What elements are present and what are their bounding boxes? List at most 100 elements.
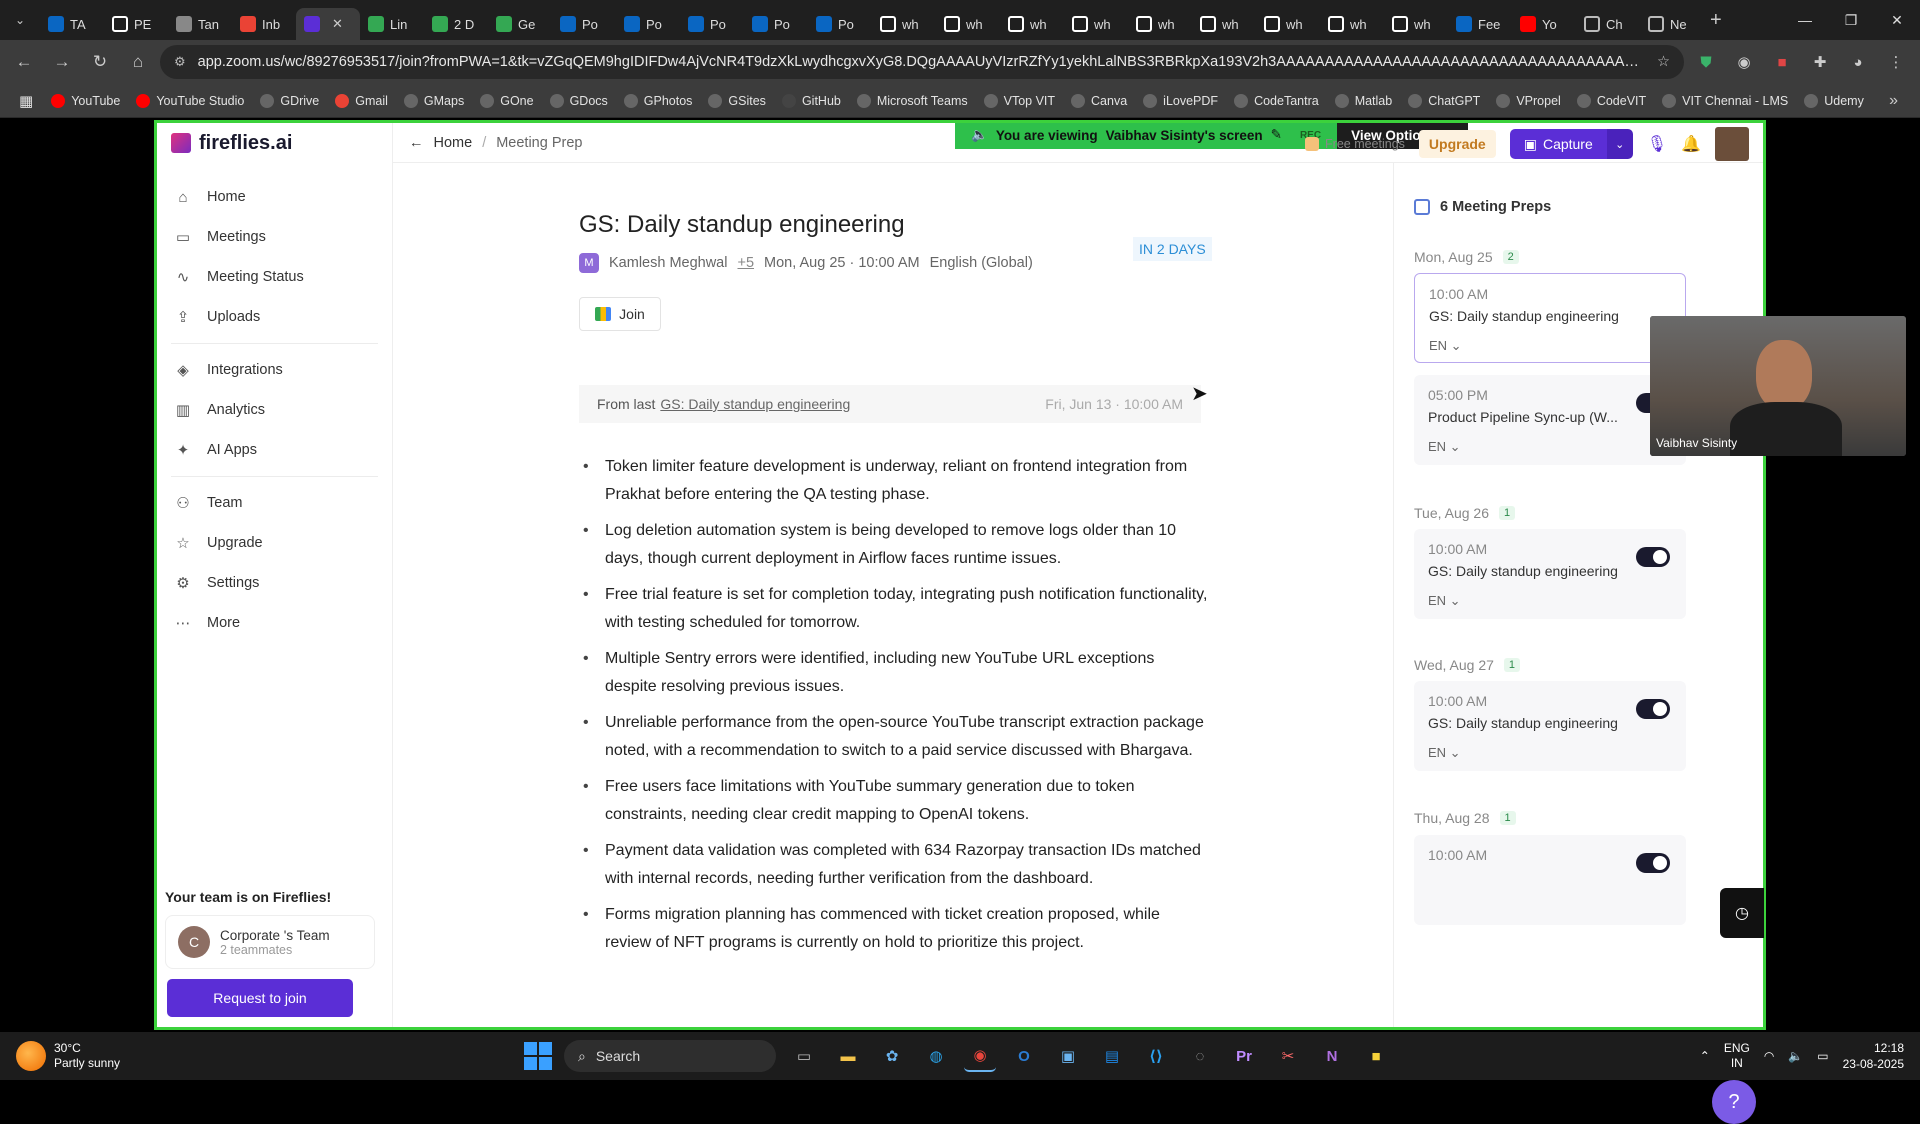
bookmark-item[interactable]: iLovePDF [1136, 93, 1225, 108]
browser-tab[interactable]: PE [104, 8, 168, 40]
browser-tab[interactable]: wh [1320, 8, 1384, 40]
free-meetings[interactable]: Free meetings [1305, 137, 1405, 151]
start-windows-icon[interactable] [524, 1042, 552, 1070]
browser-tab[interactable]: wh [1384, 8, 1448, 40]
browser-tab[interactable]: Po [552, 8, 616, 40]
browser-tab[interactable]: Po [680, 8, 744, 40]
bookmark-item[interactable]: GDocs [543, 93, 615, 108]
sidebar-item-ai-apps[interactable]: ✦ AI Apps [157, 430, 392, 470]
bookmark-item[interactable]: VIT Chennai - LMS [1655, 93, 1795, 108]
meeting-prep-card[interactable]: 10:00 AM GS: Daily standup engineering EN … [1414, 529, 1686, 619]
close-window-button[interactable]: ✕ [1874, 0, 1920, 40]
bookmark-item[interactable]: GDrive [253, 93, 326, 108]
bookmark-item[interactable]: YouTube Studio [129, 93, 251, 108]
site-info-icon[interactable]: ⚙ [174, 54, 186, 70]
join-meeting-button[interactable]: Join [579, 297, 661, 331]
forward-button[interactable]: → [46, 46, 78, 78]
vscode-icon[interactable]: ⟨⟩ [1140, 1040, 1172, 1072]
from-last-link[interactable]: GS: Daily standup engineering [660, 396, 850, 412]
participant-video[interactable]: Vaibhav Sisinty [1650, 316, 1906, 456]
blue-app-icon[interactable]: ▤ [1096, 1040, 1128, 1072]
browser-tab[interactable]: 2 D [424, 8, 488, 40]
browser-tab[interactable]: Ch [1576, 8, 1640, 40]
bookmark-item[interactable]: CodeTantra [1227, 93, 1326, 108]
card-lang[interactable]: EN ⌄ [1428, 745, 1672, 761]
microphone-icon[interactable]: 🎙 [1647, 134, 1667, 154]
address-bar[interactable]: ⚙ app.zoom.us/wc/89276953517/join?fromPW… [160, 45, 1684, 79]
auto-join-toggle[interactable] [1636, 699, 1670, 719]
sidebar-item-analytics[interactable]: ▥ Analytics [157, 390, 392, 430]
apps-grid-icon[interactable]: ▦ [12, 92, 40, 110]
browser-tab[interactable]: wh [936, 8, 1000, 40]
bookmark-item[interactable]: VPropel [1489, 93, 1567, 108]
extension-red-icon[interactable]: ■ [1766, 46, 1798, 78]
new-tab-button[interactable]: + [1710, 9, 1722, 32]
card-lang[interactable]: EN ⌄ [1429, 338, 1671, 354]
sidebar-item-uploads[interactable]: ⇪ Uploads [157, 297, 392, 337]
capture-button[interactable]: ▣ Capture ⌄ [1509, 129, 1633, 159]
task-view-icon[interactable]: ▭ [788, 1040, 820, 1072]
extensions-puzzle-icon[interactable]: ✚ [1804, 46, 1836, 78]
outlook-icon[interactable]: O [1008, 1040, 1040, 1072]
weather-widget[interactable]: 30°C Partly sunny [0, 1041, 240, 1071]
sidebar-item-home[interactable]: ⌂ Home [157, 177, 392, 217]
profile-avatar[interactable]: ◕ [1842, 46, 1874, 78]
browser-tab[interactable]: wh [1192, 8, 1256, 40]
meeting-prep-card[interactable]: 10:00 AM GS: Daily standup engineering EN … [1414, 273, 1686, 363]
close-tab-icon[interactable]: ✕ [332, 16, 343, 32]
browser-tab[interactable]: Po [808, 8, 872, 40]
bookmark-item[interactable]: YouTube [44, 93, 127, 108]
more-participants-link[interactable]: +5 [737, 255, 754, 271]
meeting-prep-card[interactable]: 10:00 AM [1414, 835, 1686, 925]
chrome-icon[interactable]: ◉ [964, 1040, 996, 1072]
bookmark-item[interactable]: GSites [701, 93, 773, 108]
copilot-icon[interactable]: ✿ [876, 1040, 908, 1072]
user-avatar[interactable] [1715, 127, 1749, 161]
extension-shield-icon[interactable]: ⛊ [1690, 46, 1722, 78]
capture-dropdown-icon[interactable]: ⌄ [1606, 129, 1633, 159]
browser-tab[interactable]: Fee [1448, 8, 1512, 40]
browser-tab[interactable]: Lin [360, 8, 424, 40]
sidebar-item-team[interactable]: ⚇ Team [157, 483, 392, 523]
restore-button[interactable]: ❐ [1828, 0, 1874, 40]
sidebar-item-meeting-status[interactable]: ∿ Meeting Status [157, 257, 392, 297]
breadcrumb-home[interactable]: Home [434, 135, 473, 151]
browser-tab[interactable]: Inb [232, 8, 296, 40]
browser-tab[interactable]: Po [616, 8, 680, 40]
battery-icon[interactable]: ▭ [1817, 1049, 1828, 1063]
browser-menu-icon[interactable]: ⋮ [1880, 46, 1912, 78]
back-arrow-icon[interactable]: ← [409, 135, 424, 151]
browser-tab[interactable]: wh [1128, 8, 1192, 40]
store-icon[interactable]: ▣ [1052, 1040, 1084, 1072]
help-button[interactable]: ? [1712, 1080, 1756, 1124]
browser-tab[interactable]: Po [744, 8, 808, 40]
bookmark-item[interactable]: Udemy [1797, 93, 1871, 108]
browser-tab[interactable]: wh [1000, 8, 1064, 40]
bookmark-item[interactable]: Gmail [328, 93, 395, 108]
upgrade-button[interactable]: Upgrade [1418, 130, 1496, 158]
bookmark-item[interactable]: GMaps [397, 93, 471, 108]
sidebar-item-settings[interactable]: ⚙ Settings [157, 563, 392, 603]
auto-join-toggle[interactable] [1636, 547, 1670, 567]
meeting-prep-card[interactable]: 10:00 AM GS: Daily standup engineering EN … [1414, 681, 1686, 771]
bookmark-item[interactable]: Matlab [1328, 93, 1400, 108]
floating-timer-icon[interactable]: ◷ [1720, 888, 1764, 938]
browser-tab[interactable]: Ne [1640, 8, 1704, 40]
bookmark-item[interactable]: CodeVIT [1570, 93, 1653, 108]
notification-bell-icon[interactable]: 🔔 [1681, 134, 1701, 154]
bookmark-item[interactable]: Microsoft Teams [850, 93, 975, 108]
minimize-button[interactable]: — [1782, 0, 1828, 40]
request-to-join-button[interactable]: Request to join [167, 979, 353, 1017]
sidebar-item-upgrade[interactable]: ☆ Upgrade [157, 523, 392, 563]
sticky-notes-icon[interactable]: ■ [1360, 1040, 1392, 1072]
taskbar-search[interactable]: ⌕ Search [564, 1040, 776, 1072]
language-indicator[interactable]: ENG IN [1724, 1041, 1750, 1071]
sidebar-item-integrations[interactable]: ◈ Integrations [157, 350, 392, 390]
meeting-prep-card[interactable]: 05:00 PM Product Pipeline Sync-up (W... EN… [1414, 375, 1686, 465]
back-button[interactable]: ← [8, 46, 40, 78]
bookmark-item[interactable]: VTop VIT [977, 93, 1062, 108]
browser-tab[interactable]: Ge [488, 8, 552, 40]
reload-button[interactable]: ↻ [84, 46, 116, 78]
extension-camera-icon[interactable]: ◉ [1728, 46, 1760, 78]
bookmark-item[interactable]: GPhotos [617, 93, 700, 108]
